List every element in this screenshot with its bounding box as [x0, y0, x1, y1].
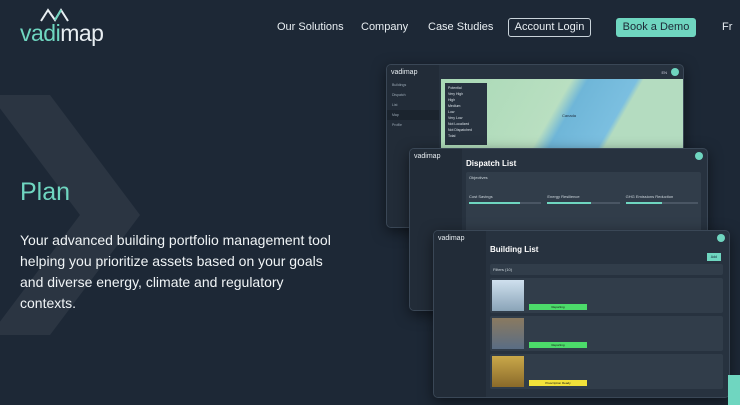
status-badge: Reporting [529, 304, 587, 310]
building-card: Reporting [490, 316, 723, 351]
sidebar-item: Dispatch [392, 93, 406, 97]
objective-slider[interactable] [547, 202, 620, 204]
sidebar-item: List [392, 103, 398, 107]
book-demo-button[interactable]: Book a Demo [616, 18, 696, 37]
app-logo: vadimap [414, 153, 441, 160]
lang-label: EN [661, 69, 667, 75]
hero-description: Your advanced building portfolio managem… [20, 232, 331, 311]
objective-slider[interactable] [625, 202, 698, 204]
legend-item: High [448, 98, 456, 102]
objectives-heading: Objectives [469, 175, 488, 180]
legend-item: Low [448, 110, 455, 114]
legend-item: Medium [448, 104, 461, 108]
building-card: Prescription Ready [490, 354, 723, 389]
sidebar-item: Map [387, 110, 439, 120]
legend-title: Potential [448, 86, 462, 90]
nav-our-solutions[interactable]: Our Solutions [277, 21, 344, 33]
sidebar-item: Buildings [392, 83, 407, 87]
legend-item: Not Dispatched [448, 128, 472, 132]
objective-label: Cost Savings [469, 194, 493, 199]
status-badge: Prescription Ready [529, 380, 587, 386]
filters-bar: Filters (10) [490, 264, 723, 275]
objective-label: GHG Emissions Reduction [625, 194, 674, 199]
language-switch[interactable]: Fr [722, 21, 732, 33]
chat-widget[interactable] [728, 375, 740, 405]
building-list-title: Building List [490, 245, 539, 254]
dispatch-title: Dispatch List [466, 159, 517, 168]
legend-item: Very High [448, 92, 464, 96]
map-label: Canada [562, 113, 577, 118]
objective-slider[interactable] [469, 202, 542, 204]
objective-label: Energy Resilience [547, 194, 580, 199]
legend-item: Very Low [448, 116, 463, 120]
logo-text-b: map [60, 20, 104, 46]
building-card: Reporting [490, 278, 723, 313]
nav-case-studies[interactable]: Case Studies [428, 21, 493, 33]
avatar [717, 234, 725, 242]
status-badge: Reporting [529, 342, 587, 348]
nav-company[interactable]: Company [361, 21, 408, 33]
app-logo: vadimap [438, 235, 465, 242]
legend-item: Total [448, 134, 456, 138]
building-list-screenshot: vadimap Add Building List Filters (10) R… [433, 230, 730, 398]
avatar [671, 68, 679, 76]
legend-item: Not Localized [448, 122, 470, 126]
hero-title: Plan [20, 178, 71, 206]
sidebar-item: Profile [392, 123, 402, 127]
app-logo: vadimap [391, 69, 418, 76]
logo-text-a: vadi [20, 20, 61, 46]
account-login-button[interactable]: Account Login [508, 18, 591, 37]
vadimap-logo[interactable]: vadimap [20, 8, 104, 47]
map-legend: Potential Very High High Medium Low Very… [445, 83, 487, 145]
